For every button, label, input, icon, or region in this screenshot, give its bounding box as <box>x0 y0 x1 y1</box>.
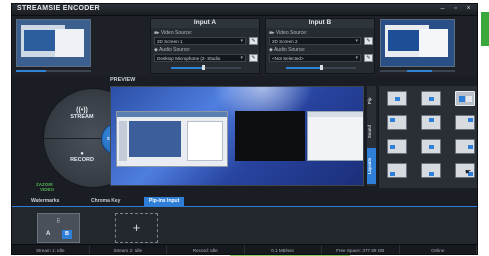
tab-chroma-key[interactable]: Chroma Key <box>86 197 125 206</box>
stream-button[interactable]: ((•)) STREAM <box>62 107 102 120</box>
broadcast-icon: ((•)) <box>76 107 88 114</box>
input-b-volume-fill <box>286 67 321 69</box>
window-title: STREAMSIE ENCODER <box>17 5 100 12</box>
pip-ins-panel: ⠿ A B + <box>12 206 477 244</box>
preview-window-content <box>116 111 228 167</box>
video-source-select[interactable]: 2D Screen 1 <box>154 37 246 45</box>
pip-input-card[interactable]: ⠿ A B <box>37 213 80 243</box>
layout-button-pip-mid-left[interactable] <box>387 139 407 154</box>
video-source-label: ■▸ Video Source: <box>269 30 308 36</box>
audio-source-select[interactable]: <Not Selected> <box>269 54 361 62</box>
layout-button-side-by-side[interactable] <box>455 91 475 106</box>
bottom-tab-bar: Watermarks Chroma Key Pip-ins Input <box>12 197 477 206</box>
video-icon: ■▸ <box>154 30 161 36</box>
layout-button-pip-top-left[interactable] <box>387 115 407 130</box>
layout-button-pip-top-center[interactable] <box>421 115 441 130</box>
tab-sound[interactable]: Sound <box>367 116 376 146</box>
input-b-volume-handle[interactable] <box>320 65 323 70</box>
status-connection: Online <box>400 245 477 254</box>
video-source-label: ■▸ Video Source: <box>154 30 193 36</box>
video-settings-button[interactable]: ✎ <box>364 37 373 45</box>
input-b-panel: Input B ■▸ Video Source: 2D Screen 2 ✎ ◆… <box>265 18 375 74</box>
status-record: Record: Idle <box>167 245 245 254</box>
record-button[interactable]: ● RECORD <box>62 151 102 163</box>
grid-icon: ⠿ <box>56 219 61 225</box>
preview-area: PREVIEW ((•)) STREAM ● RECORD STOP ALL Z… <box>12 76 477 196</box>
video-icon: ■▸ <box>269 30 276 36</box>
thumbnail-content <box>24 30 58 52</box>
audio-source-label: ◆ Audio Source: <box>269 47 306 53</box>
input-a-preview-slider-fill <box>16 70 46 72</box>
preview-document <box>307 111 363 161</box>
thumbnail-content <box>388 30 422 52</box>
layout-button-a-only-center[interactable] <box>387 91 407 106</box>
status-free-space: Free Space: 377.69 GB <box>322 245 400 254</box>
tab-pip[interactable]: Pip <box>367 88 376 114</box>
input-a-volume-handle[interactable] <box>201 65 205 70</box>
layout-button-b-only-center[interactable] <box>421 91 441 106</box>
input-b-header: Input B <box>266 19 374 28</box>
input-b-preview-slider-fill <box>407 70 432 72</box>
wrench-icon: ✎ <box>366 55 371 61</box>
thumbnail-content <box>418 29 449 57</box>
input-a-thumbnail[interactable] <box>16 19 91 67</box>
brand-logo: ZAZOIR VIDEO <box>36 182 55 192</box>
audio-settings-button[interactable]: ✎ <box>364 54 373 62</box>
input-b-thumbnail[interactable] <box>380 19 455 67</box>
preview-dark-region <box>235 111 305 161</box>
plus-icon: + <box>132 220 141 235</box>
layout-button-pip-mid-center[interactable] <box>421 139 441 154</box>
preview-label: PREVIEW <box>110 77 136 83</box>
close-button[interactable]: × <box>464 5 473 12</box>
status-stream-2: Stream 2: Idle <box>90 245 167 254</box>
add-pip-button[interactable]: + <box>115 213 158 243</box>
tab-watermarks[interactable]: Watermarks <box>26 197 64 206</box>
tab-layouts[interactable]: Layouts <box>367 148 376 184</box>
status-bar: Stream 1: Idle Stream 2: Idle Record: Id… <box>12 244 477 254</box>
pip-tag-b: B <box>62 230 72 239</box>
wrench-icon: ✎ <box>251 38 256 44</box>
audio-source-select[interactable]: Desktop Microphone (2- Studio <box>154 54 246 62</box>
audio-source-label: ◆ Audio Source: <box>154 47 191 53</box>
pip-tag-a: A <box>46 231 51 237</box>
preview-video <box>110 86 364 186</box>
layout-button-pip-bottom-right[interactable]: ☛ <box>455 163 475 178</box>
restore-button[interactable]: ▫ <box>451 5 460 12</box>
video-source-select[interactable]: 2D Screen 2 <box>269 37 361 45</box>
tab-pip-ins-input[interactable]: Pip-ins Input <box>144 197 185 206</box>
side-tabs: Pip Sound Layouts <box>367 86 376 186</box>
video-settings-button[interactable]: ✎ <box>249 37 258 45</box>
status-stream-1: Stream 1: Idle <box>12 245 90 254</box>
encoder-window: STREAMSIE ENCODER – ▫ × Input A ■▸ Video… <box>11 3 478 255</box>
title-bar: STREAMSIE ENCODER – ▫ × <box>12 4 477 16</box>
layout-grid: ☛ <box>378 86 477 188</box>
input-a-volume-fill <box>171 67 203 69</box>
minimize-button[interactable]: – <box>438 5 447 12</box>
layout-button-pip-bottom-left[interactable] <box>387 163 407 178</box>
audio-settings-button[interactable]: ✎ <box>249 54 258 62</box>
input-a-header: Input A <box>151 19 259 28</box>
window-controls: – ▫ × <box>438 5 473 12</box>
layout-button-pip-bottom-center[interactable] <box>421 163 441 178</box>
wrench-icon: ✎ <box>366 38 371 44</box>
layout-button-pip-mid-right[interactable] <box>455 139 475 154</box>
wrench-icon: ✎ <box>251 55 256 61</box>
status-bitrate: 0.1 MB/sec <box>245 245 322 254</box>
cursor-icon: ☛ <box>465 169 472 176</box>
thumbnail-content <box>54 29 85 57</box>
layout-button-pip-top-right[interactable] <box>455 115 475 130</box>
edge-decoration <box>481 12 489 46</box>
input-a-panel: Input A ■▸ Video Source: 2D Screen 1 ✎ ◆… <box>150 18 260 74</box>
